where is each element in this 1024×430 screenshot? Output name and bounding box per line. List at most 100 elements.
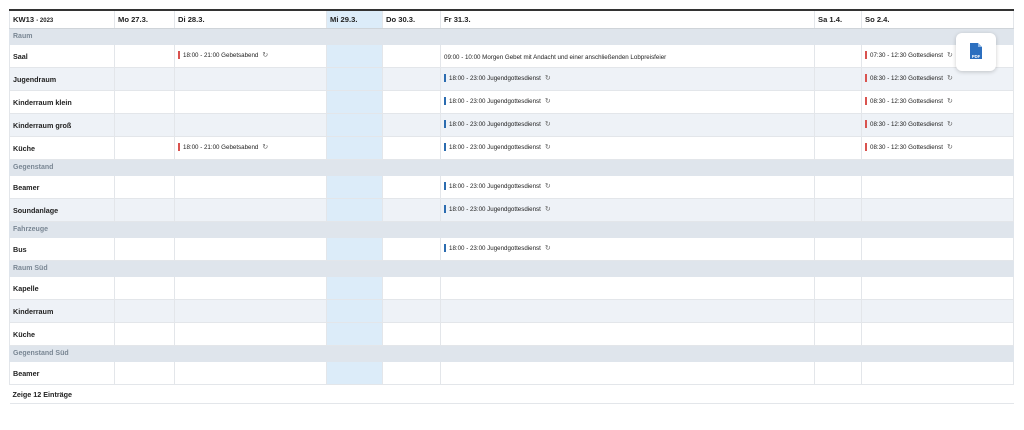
cell-fri[interactable]: 18:00 - 23:00 Jugendgottesdienst ↻ xyxy=(440,67,815,91)
cell-thu[interactable] xyxy=(382,67,441,91)
cell-thu[interactable] xyxy=(382,175,441,199)
cell-sat[interactable] xyxy=(814,361,862,385)
cell-mon[interactable] xyxy=(114,237,175,261)
cell-thu[interactable] xyxy=(382,198,441,222)
cell-thu[interactable] xyxy=(382,113,441,137)
cell-wed[interactable] xyxy=(326,90,383,114)
cell-thu[interactable] xyxy=(382,44,441,68)
cell-tue[interactable] xyxy=(174,113,327,137)
event-entry[interactable]: 18:00 - 23:00 Jugendgottesdienst ↻ xyxy=(444,120,551,128)
day-header-tue[interactable]: Di 28.3. xyxy=(174,9,327,29)
cell-mon[interactable] xyxy=(114,136,175,160)
cell-mon[interactable] xyxy=(114,322,175,346)
cell-sat[interactable] xyxy=(814,299,862,323)
event-entry[interactable]: 07:30 - 12:30 Gottesdienst ↻ xyxy=(865,51,953,59)
cell-mon[interactable] xyxy=(114,90,175,114)
cell-mon[interactable] xyxy=(114,67,175,91)
cell-sat[interactable] xyxy=(814,90,862,114)
cell-mon[interactable] xyxy=(114,175,175,199)
cell-thu[interactable] xyxy=(382,361,441,385)
cell-mon[interactable] xyxy=(114,276,175,300)
event-entry[interactable]: 08:30 - 12:30 Gottesdienst ↻ xyxy=(865,74,953,82)
cell-sun[interactable] xyxy=(861,299,1014,323)
cell-tue[interactable] xyxy=(174,299,327,323)
cell-thu[interactable] xyxy=(382,237,441,261)
cell-mon[interactable] xyxy=(114,361,175,385)
cell-wed[interactable] xyxy=(326,198,383,222)
cell-sun[interactable] xyxy=(861,198,1014,222)
cell-fri[interactable] xyxy=(440,276,815,300)
event-entry[interactable]: 18:00 - 23:00 Jugendgottesdienst ↻ xyxy=(444,205,551,213)
cell-tue[interactable]: 18:00 - 21:00 Gebetsabend ↻ xyxy=(174,136,327,160)
cell-mon[interactable] xyxy=(114,299,175,323)
event-entry[interactable]: 18:00 - 23:00 Jugendgottesdienst ↻ xyxy=(444,97,551,105)
cell-sun[interactable]: 08:30 - 12:30 Gottesdienst ↻ xyxy=(861,113,1014,137)
cell-thu[interactable] xyxy=(382,299,441,323)
cell-fri[interactable]: 18:00 - 23:00 Jugendgottesdienst ↻ xyxy=(440,175,815,199)
cell-wed[interactable] xyxy=(326,299,383,323)
cell-wed[interactable] xyxy=(326,136,383,160)
cell-tue[interactable] xyxy=(174,67,327,91)
cell-tue[interactable] xyxy=(174,90,327,114)
cell-sat[interactable] xyxy=(814,67,862,91)
cell-tue[interactable] xyxy=(174,276,327,300)
day-header-fri[interactable]: Fr 31.3. xyxy=(440,9,815,29)
cell-sun[interactable]: 08:30 - 12:30 Gottesdienst ↻ xyxy=(861,90,1014,114)
cell-sat[interactable] xyxy=(814,276,862,300)
cell-tue[interactable]: 18:00 - 21:00 Gebetsabend ↻ xyxy=(174,44,327,68)
cell-mon[interactable] xyxy=(114,198,175,222)
cell-fri[interactable]: 18:00 - 23:00 Jugendgottesdienst ↻ xyxy=(440,90,815,114)
cell-wed[interactable] xyxy=(326,44,383,68)
event-entry[interactable]: 18:00 - 23:00 Jugendgottesdienst ↻ xyxy=(444,143,551,151)
cell-mon[interactable] xyxy=(114,113,175,137)
cell-sun[interactable] xyxy=(861,361,1014,385)
cell-fri[interactable] xyxy=(440,361,815,385)
day-header-sat[interactable]: Sa 1.4. xyxy=(814,9,862,29)
cell-sat[interactable] xyxy=(814,113,862,137)
cell-tue[interactable] xyxy=(174,175,327,199)
cell-thu[interactable] xyxy=(382,136,441,160)
cell-fri[interactable]: 18:00 - 23:00 Jugendgottesdienst ↻ xyxy=(440,136,815,160)
day-header-sun[interactable]: So 2.4. xyxy=(861,9,1014,29)
cell-wed[interactable] xyxy=(326,361,383,385)
event-entry[interactable]: 09:00 - 10:00 Morgen Gebet mit Andacht u… xyxy=(444,54,666,61)
event-entry[interactable]: 08:30 - 12:30 Gottesdienst ↻ xyxy=(865,120,953,128)
cell-fri[interactable]: 09:00 - 10:00 Morgen Gebet mit Andacht u… xyxy=(440,44,815,68)
event-entry[interactable]: 18:00 - 21:00 Gebetsabend ↻ xyxy=(178,51,268,59)
cell-wed[interactable] xyxy=(326,67,383,91)
cell-sat[interactable] xyxy=(814,175,862,199)
cell-sun[interactable] xyxy=(861,237,1014,261)
cell-wed[interactable] xyxy=(326,113,383,137)
day-header-thu[interactable]: Do 30.3. xyxy=(382,9,441,29)
cell-fri[interactable] xyxy=(440,322,815,346)
cell-sat[interactable] xyxy=(814,198,862,222)
day-header-mon[interactable]: Mo 27.3. xyxy=(114,9,175,29)
day-header-wed-today[interactable]: Mi 29.3. xyxy=(326,9,383,29)
cell-wed[interactable] xyxy=(326,276,383,300)
cell-tue[interactable] xyxy=(174,237,327,261)
cell-wed[interactable] xyxy=(326,237,383,261)
cell-sat[interactable] xyxy=(814,44,862,68)
cell-sun[interactable]: 08:30 - 12:30 Gottesdienst ↻ xyxy=(861,136,1014,160)
event-entry[interactable]: 08:30 - 12:30 Gottesdienst ↻ xyxy=(865,97,953,105)
event-entry[interactable]: 18:00 - 23:00 Jugendgottesdienst ↻ xyxy=(444,74,551,82)
cell-wed[interactable] xyxy=(326,322,383,346)
cell-wed[interactable] xyxy=(326,175,383,199)
cell-fri[interactable]: 18:00 - 23:00 Jugendgottesdienst ↻ xyxy=(440,113,815,137)
cell-fri[interactable]: 18:00 - 23:00 Jugendgottesdienst ↻ xyxy=(440,198,815,222)
cell-tue[interactable] xyxy=(174,361,327,385)
event-entry[interactable]: 08:30 - 12:30 Gottesdienst ↻ xyxy=(865,143,953,151)
cell-sat[interactable] xyxy=(814,136,862,160)
cell-sat[interactable] xyxy=(814,237,862,261)
cell-thu[interactable] xyxy=(382,322,441,346)
pdf-export-button[interactable]: PDF xyxy=(956,33,996,71)
cell-fri[interactable]: 18:00 - 23:00 Jugendgottesdienst ↻ xyxy=(440,237,815,261)
cell-sat[interactable] xyxy=(814,322,862,346)
cell-tue[interactable] xyxy=(174,198,327,222)
cell-sun[interactable] xyxy=(861,276,1014,300)
cell-fri[interactable] xyxy=(440,299,815,323)
cell-tue[interactable] xyxy=(174,322,327,346)
cell-thu[interactable] xyxy=(382,276,441,300)
event-entry[interactable]: 18:00 - 23:00 Jugendgottesdienst ↻ xyxy=(444,244,551,252)
event-entry[interactable]: 18:00 - 21:00 Gebetsabend ↻ xyxy=(178,143,268,151)
